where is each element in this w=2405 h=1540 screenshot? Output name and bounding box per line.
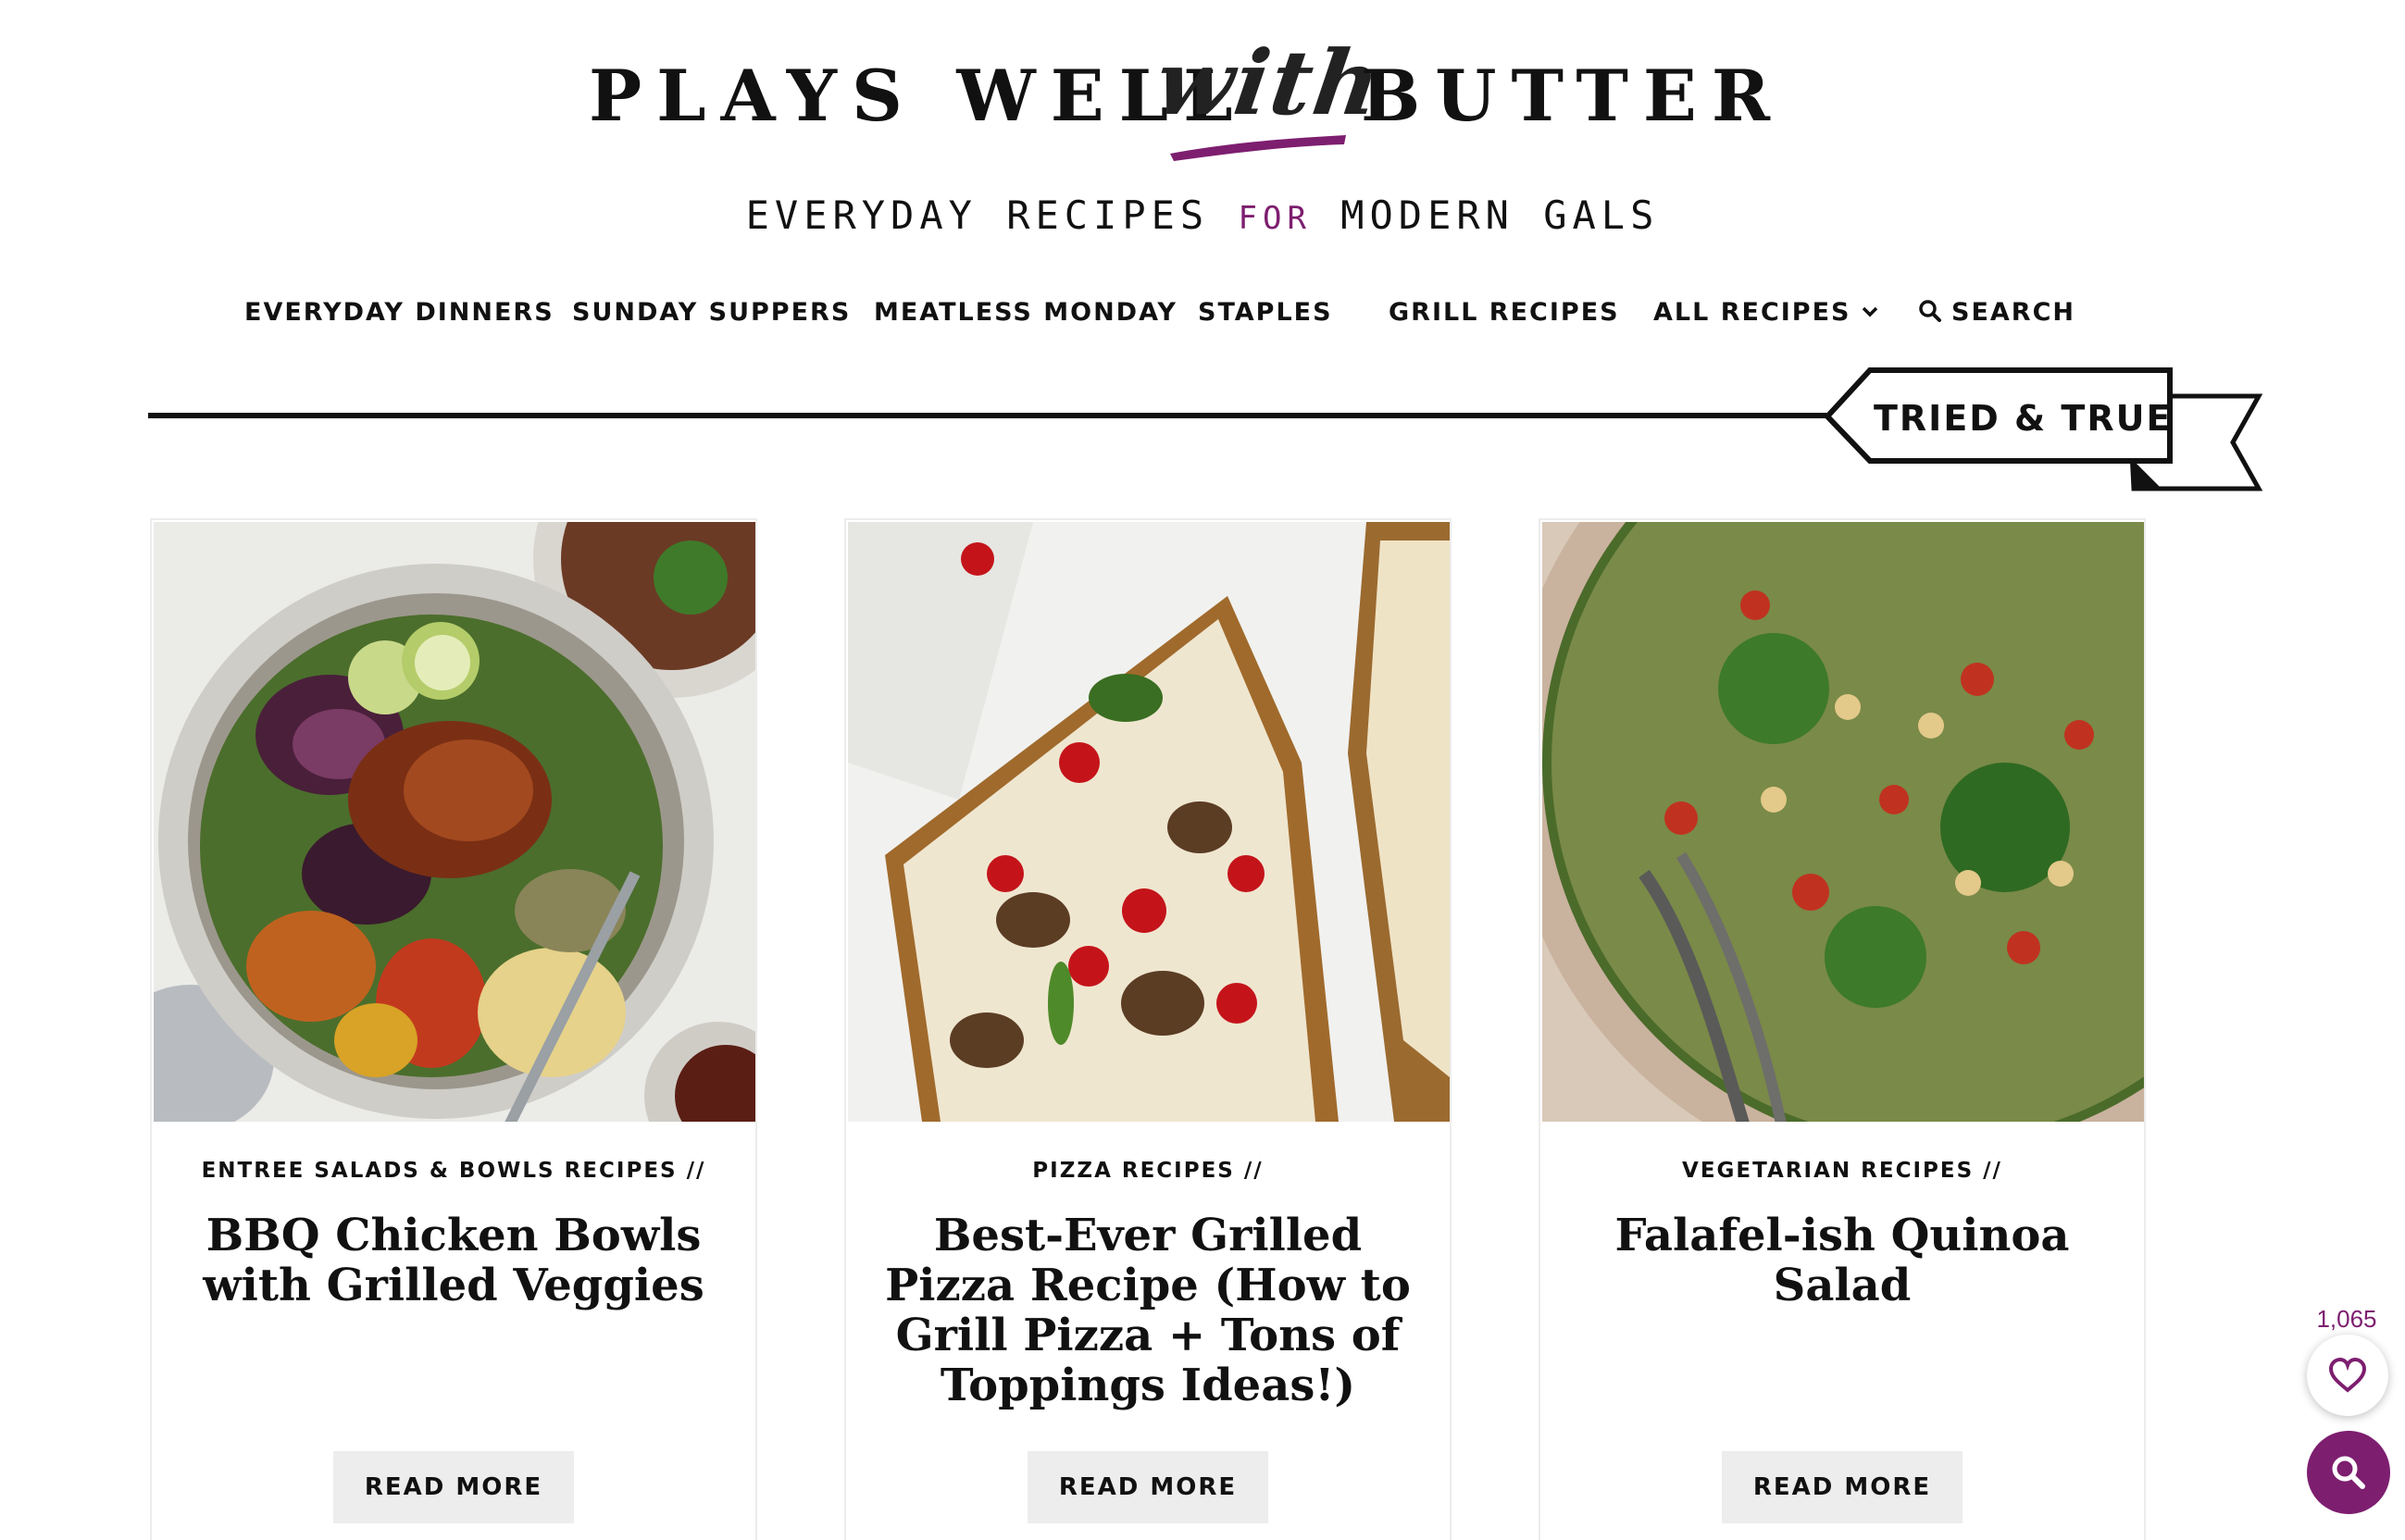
tagline-part2: MODERN GALS [1340, 192, 1660, 238]
site-tagline: EVERYDAY RECIPES FOR MODERN GALS [0, 192, 2405, 238]
tagline-part1: EVERYDAY RECIPES [745, 192, 1210, 238]
recipe-card: ENTREE SALADS & BOWLS RECIPES // BBQ Chi… [150, 518, 757, 1540]
nav-search[interactable]: SEARCH [1918, 298, 2075, 328]
nav-sunday-suppers[interactable]: SUNDAY SUPPERS [572, 298, 851, 328]
nav-everyday-dinners[interactable]: EVERYDAY DINNERS [244, 298, 555, 328]
chevron-down-icon [1863, 306, 1878, 317]
nav-grill-recipes[interactable]: GRILL RECIPES [1389, 298, 1620, 328]
card-title[interactable]: Falafel-ish Quinoa Salad [1577, 1211, 2107, 1310]
section-divider [148, 413, 1842, 418]
favorite-count: 1,065 [2316, 1305, 2377, 1333]
bbq-chicken-bowl-photo[interactable] [154, 522, 755, 1122]
logo-script-with: with [1150, 31, 1389, 135]
nav-search-label: SEARCH [1951, 298, 2075, 327]
card-category[interactable]: ENTREE SALADS & BOWLS RECIPES // [152, 1159, 755, 1183]
tagline-for: FOR [1238, 200, 1312, 237]
grilled-pizza-photo[interactable] [848, 522, 1450, 1122]
quinoa-salad-photo[interactable] [1542, 522, 2144, 1122]
card-title[interactable]: Best-Ever Grilled Pizza Recipe (How to G… [883, 1211, 1413, 1410]
nav-meatless-monday[interactable]: MEATLESS MONDAY [874, 298, 1178, 328]
nav-all-recipes-label: ALL RECIPES [1653, 298, 1851, 327]
section-title: TRIED & TRUE [1874, 398, 2173, 439]
nav-staples[interactable]: STAPLES [1198, 298, 1333, 328]
read-more-button[interactable]: READ MORE [1028, 1451, 1268, 1523]
card-title[interactable]: BBQ Chicken Bowls with Grilled Veggies [189, 1211, 718, 1310]
card-category[interactable]: PIZZA RECIPES // [846, 1159, 1450, 1183]
logo-swash-graphic [1170, 135, 1346, 161]
search-icon [2332, 1456, 2365, 1489]
heart-icon [2328, 1358, 2367, 1393]
read-more-button[interactable]: READ MORE [1722, 1451, 1963, 1523]
read-more-button[interactable]: READ MORE [333, 1451, 574, 1523]
site-logo[interactable]: PLAYS WELL with BUTTER [0, 31, 2405, 174]
favorite-button[interactable] [2307, 1335, 2388, 1416]
card-category[interactable]: VEGETARIAN RECIPES // [1540, 1159, 2144, 1183]
logo-text-right: BUTTER [1361, 55, 1786, 137]
recipe-card: PIZZA RECIPES // Best-Ever Grilled Pizza… [844, 518, 1452, 1540]
search-icon [1919, 300, 1941, 322]
logo-text-left: PLAYS WELL [589, 55, 1248, 137]
search-fab-button[interactable] [2307, 1431, 2390, 1514]
recipe-card: VEGETARIAN RECIPES // Falafel-ish Quinoa… [1539, 518, 2146, 1540]
nav-all-recipes[interactable]: ALL RECIPES [1653, 298, 1878, 328]
